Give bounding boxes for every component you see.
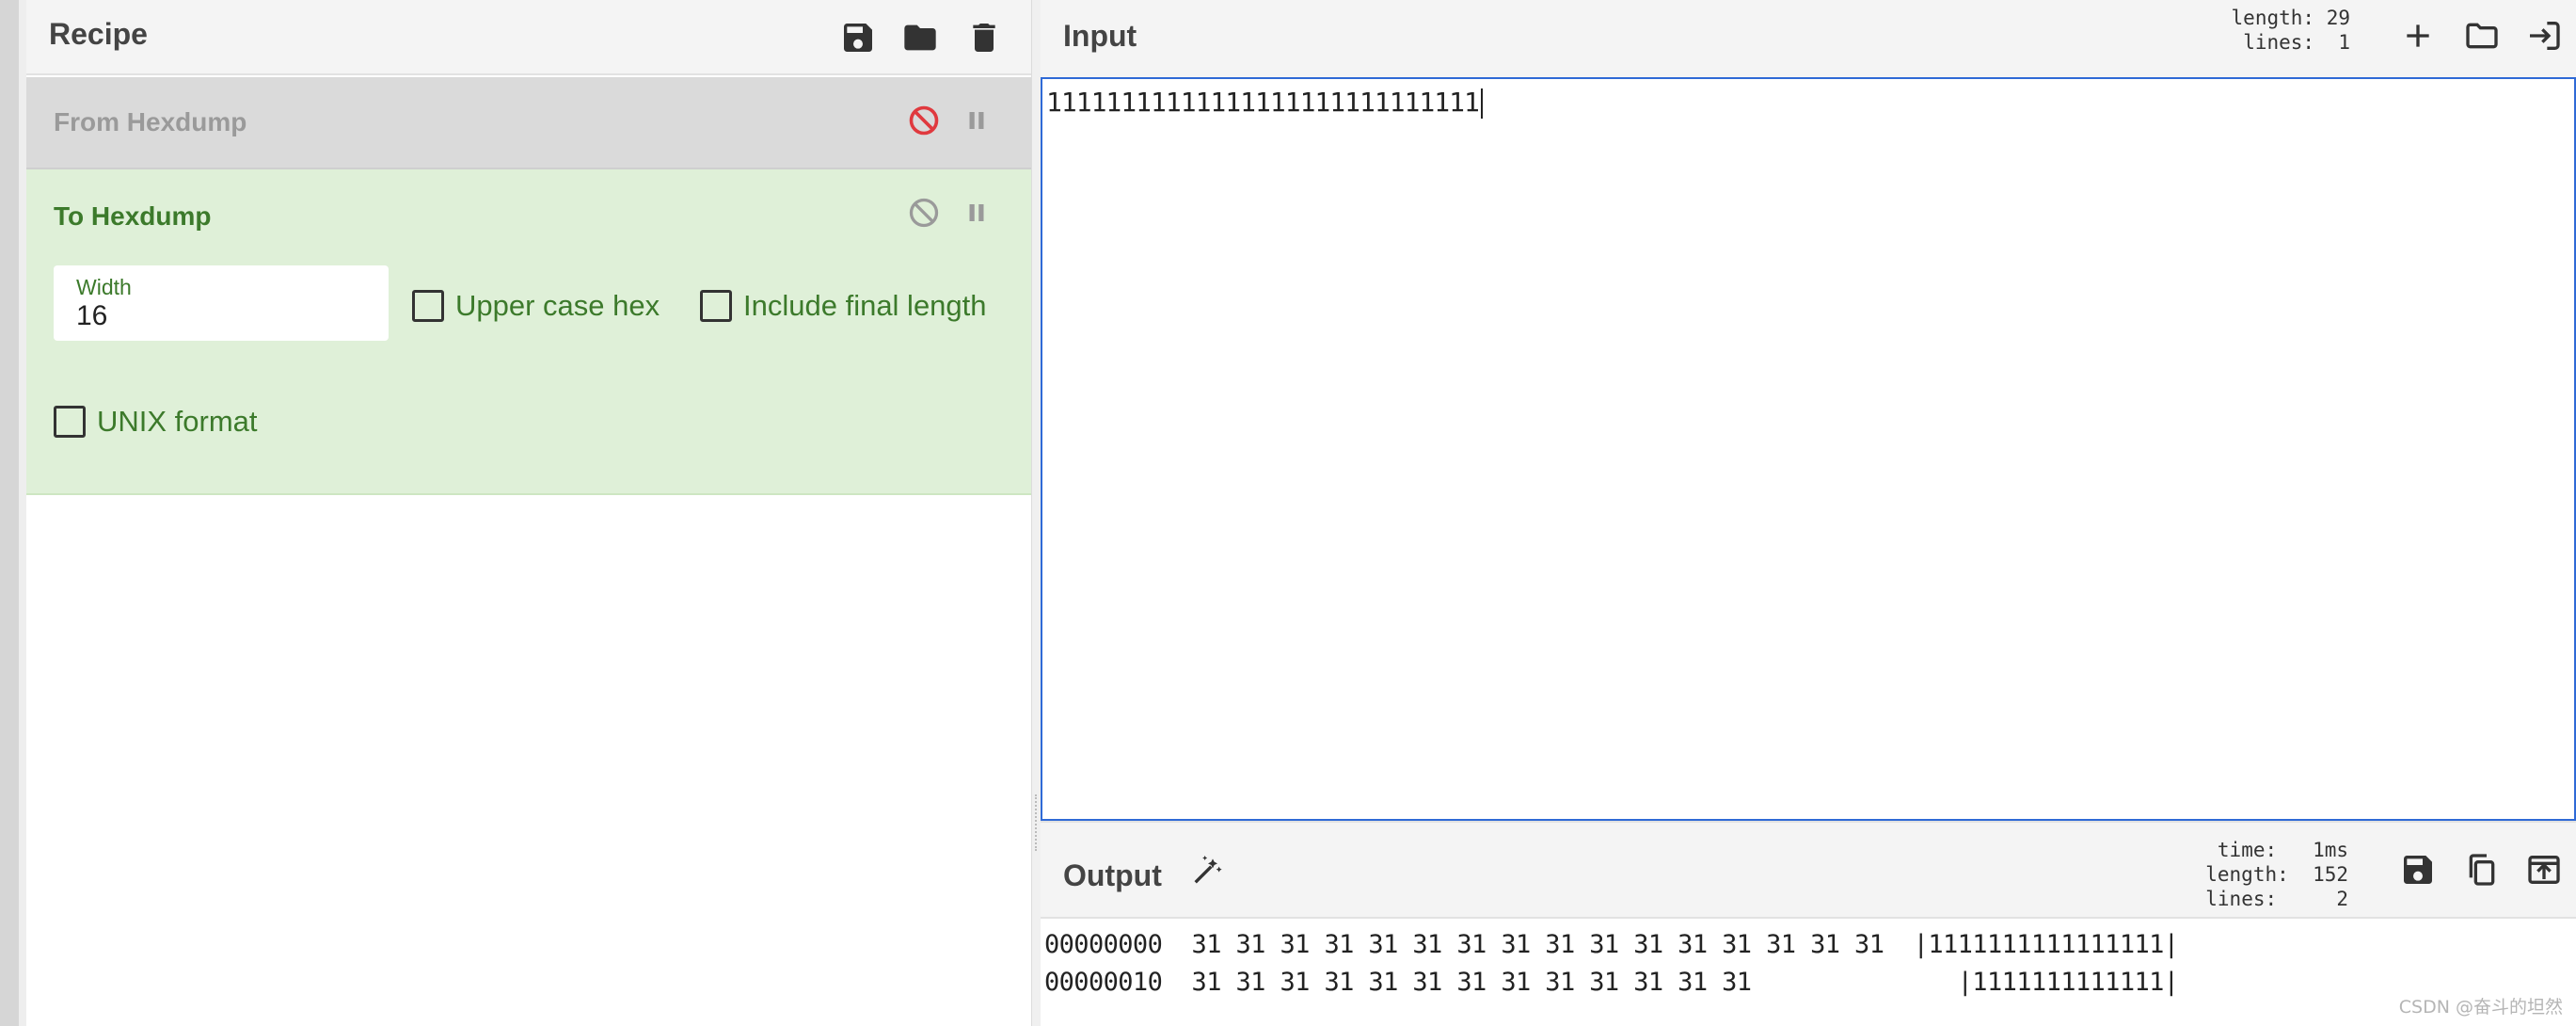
pane-resize-handle[interactable]: [1031, 0, 1041, 1026]
replace-input-icon: [2528, 856, 2560, 884]
replace-input-with-output-icon[interactable]: [2523, 849, 2565, 890]
left-gutter: [0, 0, 26, 1026]
folder-icon: [2466, 23, 2498, 49]
disable-operation-icon[interactable]: [905, 102, 943, 139]
input-stats: length: 29 lines: 1: [2228, 6, 2350, 55]
breakpoint-icon[interactable]: [958, 194, 995, 232]
recipe-header: Recipe: [26, 0, 1031, 75]
add-input-tab-icon[interactable]: [2397, 15, 2439, 56]
time-value: 1ms: [2313, 839, 2348, 861]
trash-icon: [973, 24, 995, 52]
time-label: time:: [2217, 839, 2278, 861]
checkbox-label: Upper case hex: [455, 289, 660, 322]
output-header: Output time: 1ms length: 152 lines: 2: [1041, 821, 2576, 919]
copy-output-icon[interactable]: [2461, 849, 2503, 890]
operation-to-hexdump[interactable]: To Hexdump Width Upper case hex Include …: [26, 169, 1031, 495]
gutter-strip: [19, 0, 26, 1026]
open-file-icon[interactable]: [2523, 15, 2565, 56]
length-label: length:: [2231, 7, 2315, 29]
save-output-icon[interactable]: [2397, 849, 2439, 890]
disable-icon: [909, 198, 939, 228]
save-icon: [844, 24, 872, 52]
length-value: 152: [2313, 863, 2348, 886]
input-title: Input: [1063, 19, 1137, 53]
save-recipe-icon[interactable]: [837, 17, 879, 58]
operation-title: From Hexdump: [54, 107, 247, 136]
recipe-title: Recipe: [49, 17, 148, 51]
input-textarea[interactable]: 11111111111111111111111111111: [1041, 77, 2576, 821]
operations-pane-edge: [0, 0, 19, 1026]
checkbox-box[interactable]: [700, 290, 732, 322]
clear-recipe-icon[interactable]: [963, 17, 1005, 58]
output-title: Output: [1063, 858, 1162, 892]
pause-icon: [969, 112, 984, 129]
magic-wand-icon: [1194, 856, 1222, 884]
include-final-length-checkbox[interactable]: Include final length: [700, 289, 987, 323]
open-folder-icon[interactable]: [2461, 15, 2503, 56]
operation-from-hexdump[interactable]: From Hexdump: [26, 77, 1031, 169]
width-label: Width: [76, 275, 132, 299]
input-header: Input length: 29 lines: 1: [1041, 0, 2576, 77]
lines-value: 1: [2338, 31, 2350, 54]
output-stats: time: 1ms length: 152 lines: 2: [2170, 838, 2348, 911]
watermark: CSDN @奋斗的坦然: [2398, 997, 2563, 1018]
input-panel: Input length: 29 lines: 1 11111111111111…: [1041, 0, 2576, 821]
checkbox-label: UNIX format: [97, 405, 258, 438]
lines-label: lines:: [2205, 888, 2278, 910]
disable-icon: [909, 105, 939, 136]
magic-button[interactable]: [1187, 849, 1229, 890]
copy-icon: [2469, 854, 2495, 886]
breakpoint-icon[interactable]: [958, 102, 995, 139]
upper-case-hex-checkbox[interactable]: Upper case hex: [412, 289, 660, 323]
resize-grip[interactable]: [1035, 794, 1039, 851]
lines-value: 2: [2336, 888, 2348, 910]
pause-icon: [969, 204, 984, 221]
length-value: 29: [2326, 7, 2350, 29]
checkbox-box[interactable]: [412, 290, 444, 322]
unix-format-checkbox[interactable]: UNIX format: [54, 405, 258, 439]
folder-icon: [904, 24, 936, 51]
output-text: 00000000 31 31 31 31 31 31 31 31 31 31 3…: [1044, 930, 2179, 997]
load-recipe-icon[interactable]: [899, 17, 941, 58]
checkbox-label: Include final length: [743, 289, 987, 322]
checkbox-box[interactable]: [54, 406, 86, 438]
width-input[interactable]: [76, 299, 358, 333]
recipe-panel: Recipe From Hexdump To Hexdump Width 16 …: [26, 0, 1031, 1026]
plus-icon: [2407, 24, 2429, 47]
load-file-icon: [2530, 22, 2560, 50]
operation-title: To Hexdump: [54, 201, 212, 231]
length-label: length:: [2205, 863, 2289, 886]
input-text: 11111111111111111111111111111: [1046, 87, 1483, 119]
save-icon: [2404, 856, 2432, 884]
output-panel: Output time: 1ms length: 152 lines: 2 00…: [1041, 821, 2576, 1026]
width-field[interactable]: Width: [54, 265, 389, 341]
disable-operation-icon[interactable]: [905, 194, 943, 232]
lines-label: lines:: [2243, 31, 2315, 54]
